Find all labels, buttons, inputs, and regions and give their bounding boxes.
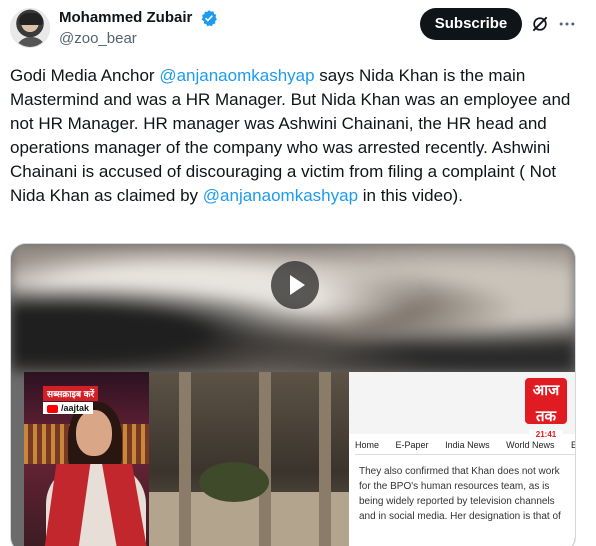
more-icon[interactable] (557, 14, 577, 34)
aajtak-logo-time: 21:41 (529, 430, 563, 440)
article-body-text: They also confirmed that Khan does not w… (359, 466, 561, 522)
article-nav-item: Home (355, 440, 380, 450)
author-block: Mohammed Zubair @zoo_bear (59, 8, 218, 49)
channel-tag: /aajtak (43, 402, 94, 414)
channel-tag-text: /aajtak (61, 403, 90, 413)
avatar[interactable] (10, 8, 50, 48)
article-nav-item: India News (445, 440, 490, 450)
article-nav-item: World News (506, 440, 555, 450)
news-anchor-image: सब्सक्राइब करें /aajtak (24, 372, 149, 546)
video-frame[interactable]: सब्सक्राइब करें /aajtak आज तक 21:41 Home… (24, 372, 575, 546)
youtube-icon (47, 404, 58, 413)
building-lobby-image (149, 372, 349, 546)
aajtak-logo: आज तक 21:41 (525, 378, 567, 440)
grok-icon[interactable] (530, 14, 550, 34)
tweet-text-part: in this video). (358, 186, 463, 205)
mention-link[interactable]: @anjanaomkashyap (159, 66, 314, 85)
tweet-text-part: says Nida Khan is the main Mastermind an… (10, 66, 571, 205)
tweet-text: Godi Media Anchor @anjanaomkashyap says … (10, 64, 580, 208)
mention-link[interactable]: @anjanaomkashyap (203, 186, 358, 205)
play-icon[interactable] (271, 261, 319, 309)
handle[interactable]: @zoo_bear (59, 29, 218, 49)
subscribe-tag: सब्सक्राइब करें (43, 386, 99, 401)
subscribe-button[interactable]: Subscribe (420, 8, 522, 40)
article-nav-item: E (571, 440, 575, 450)
verified-badge-icon (201, 10, 217, 27)
article-nav: Home E-Paper India News World News E (355, 440, 575, 450)
tweet-header: Mohammed Zubair @zoo_bear Subscribe (0, 0, 596, 60)
aajtak-logo-text: आज तक (532, 382, 560, 425)
display-name[interactable]: Mohammed Zubair (59, 8, 192, 28)
article-nav-item: E-Paper (395, 440, 429, 450)
article-screenshot: आज तक 21:41 Home E-Paper India News Worl… (349, 372, 575, 546)
tweet-text-part: Godi Media Anchor (10, 66, 160, 85)
